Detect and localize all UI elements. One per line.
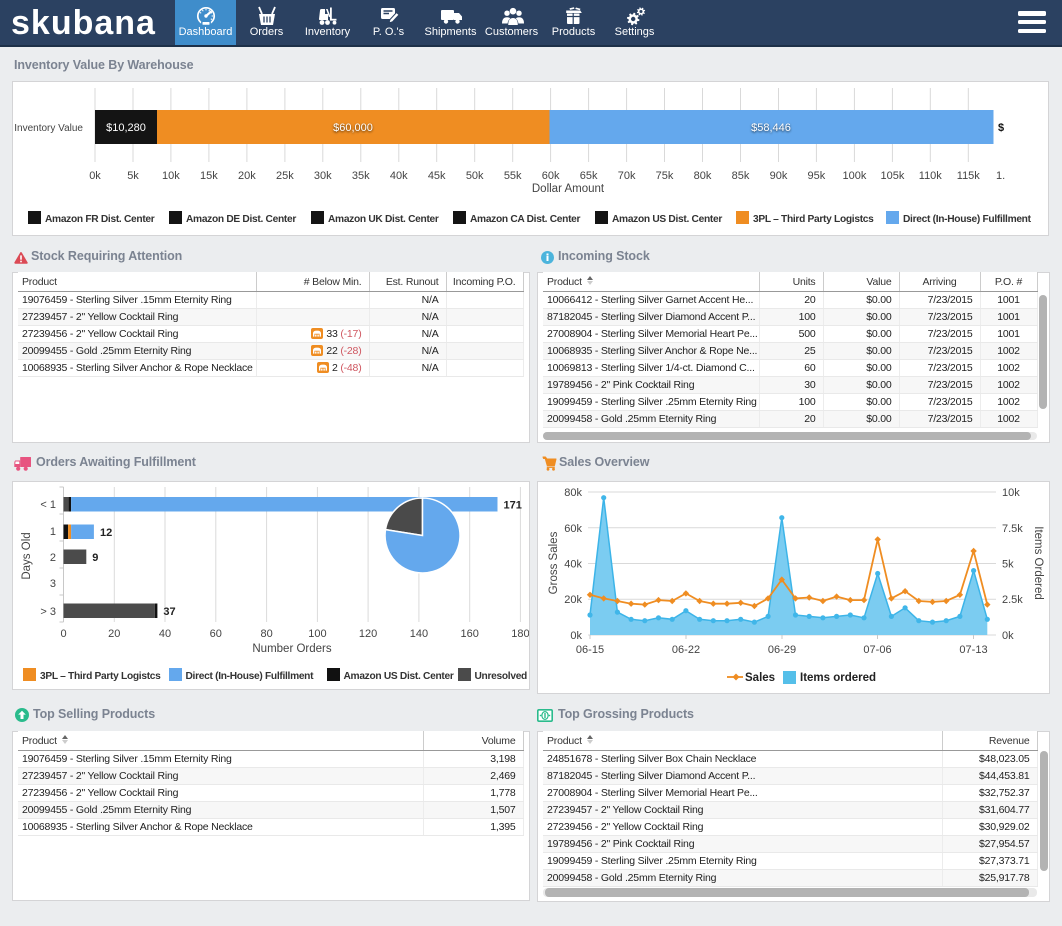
- svg-text:55k: 55k: [504, 170, 522, 182]
- svg-text:75k: 75k: [656, 170, 674, 182]
- svg-text:Inventory Value: Inventory Value: [14, 123, 83, 134]
- svg-text:Days Old: Days Old: [21, 532, 33, 579]
- svg-text:65k: 65k: [580, 170, 598, 182]
- svg-text:Dollar Amount: Dollar Amount: [532, 183, 605, 195]
- svg-text:35k: 35k: [352, 170, 370, 182]
- svg-text:37: 37: [163, 606, 175, 618]
- svg-text:$: $: [998, 122, 1004, 134]
- svg-text:25k: 25k: [276, 170, 294, 182]
- svg-text:Number Orders: Number Orders: [252, 643, 331, 655]
- svg-text:20: 20: [108, 628, 120, 640]
- svg-text:20k: 20k: [564, 594, 582, 606]
- svg-text:140: 140: [410, 628, 428, 640]
- svg-text:1.: 1.: [996, 170, 1005, 182]
- svg-text:2.5k: 2.5k: [1002, 594, 1023, 606]
- svg-text:45k: 45k: [428, 170, 446, 182]
- svg-text:20k: 20k: [238, 170, 256, 182]
- svg-text:180: 180: [511, 628, 529, 640]
- svg-text:50k: 50k: [466, 170, 484, 182]
- svg-text:< 1: < 1: [40, 499, 56, 511]
- svg-text:0k: 0k: [1002, 630, 1014, 642]
- svg-text:105k: 105k: [880, 170, 904, 182]
- svg-text:5k: 5k: [127, 170, 139, 182]
- svg-text:40k: 40k: [390, 170, 408, 182]
- svg-text:2: 2: [50, 552, 56, 564]
- svg-text:Items Ordered: Items Ordered: [1032, 526, 1044, 600]
- svg-text:30k: 30k: [314, 170, 332, 182]
- svg-text:06-22: 06-22: [672, 644, 700, 656]
- svg-text:85k: 85k: [732, 170, 750, 182]
- svg-text:Gross Sales: Gross Sales: [548, 531, 560, 594]
- svg-text:60k: 60k: [542, 170, 560, 182]
- svg-text:80k: 80k: [694, 170, 712, 182]
- svg-text:07-06: 07-06: [863, 644, 891, 656]
- svg-text:90k: 90k: [770, 170, 788, 182]
- svg-text:80k: 80k: [564, 487, 582, 499]
- svg-text:7.5k: 7.5k: [1002, 523, 1023, 535]
- svg-text:100: 100: [308, 628, 326, 640]
- svg-text:07-13: 07-13: [959, 644, 987, 656]
- svg-text:80: 80: [260, 628, 272, 640]
- svg-text:06-15: 06-15: [576, 644, 604, 656]
- svg-text:60: 60: [210, 628, 222, 640]
- svg-text:3: 3: [50, 578, 56, 590]
- svg-text:0: 0: [60, 628, 66, 640]
- svg-text:40: 40: [159, 628, 171, 640]
- svg-text:115k: 115k: [957, 170, 981, 182]
- svg-text:$60,000: $60,000: [333, 122, 373, 134]
- svg-text:0k: 0k: [570, 630, 582, 642]
- svg-text:0k: 0k: [89, 170, 101, 182]
- svg-text:10k: 10k: [162, 170, 180, 182]
- svg-text:$10,280: $10,280: [106, 122, 146, 134]
- svg-text:40k: 40k: [564, 559, 582, 571]
- svg-text:160: 160: [461, 628, 479, 640]
- svg-text:110k: 110k: [919, 170, 943, 182]
- svg-text:1: 1: [50, 526, 56, 538]
- svg-text:10k: 10k: [1002, 487, 1020, 499]
- svg-text:15k: 15k: [200, 170, 218, 182]
- svg-text:95k: 95k: [808, 170, 826, 182]
- svg-text:171: 171: [504, 500, 522, 512]
- svg-text:9: 9: [92, 552, 98, 564]
- svg-text:Sales: Sales: [745, 672, 775, 684]
- svg-text:60k: 60k: [564, 523, 582, 535]
- svg-text:120: 120: [359, 628, 377, 640]
- svg-text:06-29: 06-29: [768, 644, 796, 656]
- svg-text:Items ordered: Items ordered: [800, 672, 876, 684]
- svg-text:5k: 5k: [1002, 559, 1014, 571]
- svg-text:$58,446: $58,446: [751, 122, 791, 134]
- svg-text:> 3: > 3: [40, 606, 56, 618]
- svg-text:100k: 100k: [842, 170, 866, 182]
- svg-text:12: 12: [100, 527, 112, 539]
- svg-text:70k: 70k: [618, 170, 636, 182]
